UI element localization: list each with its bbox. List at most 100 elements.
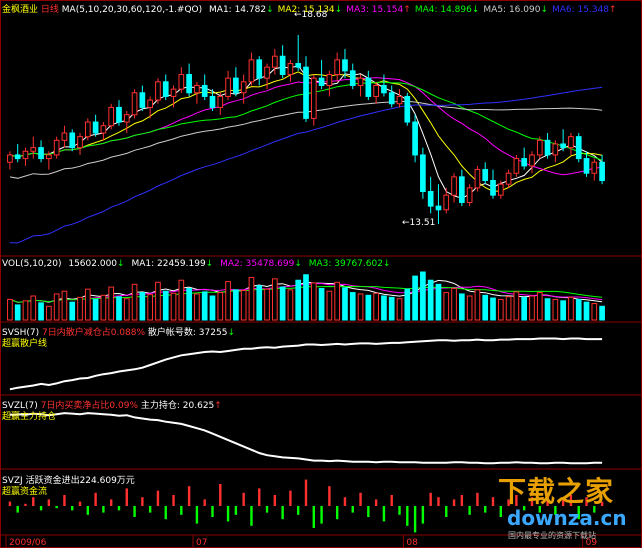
- volume-bar: [14, 304, 21, 321]
- x-tick-label: 07: [196, 538, 207, 548]
- volume-bar: [349, 292, 356, 321]
- svzj-bar: [297, 506, 300, 515]
- candle-body: [326, 74, 333, 86]
- svzj-bar: [273, 495, 277, 506]
- vol-ma2-arrow: ↓: [294, 259, 302, 269]
- svzj-bar: [382, 506, 386, 522]
- volume-bar: [139, 292, 146, 321]
- candlestick-series: [7, 35, 605, 225]
- candle-body: [396, 95, 403, 105]
- vol-ma3: MA3: 39767.602: [308, 259, 383, 269]
- volume-bar: [373, 292, 379, 321]
- candle-body: [482, 169, 489, 182]
- volume-bar: [271, 278, 278, 321]
- svzj-bar: [180, 506, 183, 515]
- svzl-hold: 主力持仓: 20.625: [140, 401, 215, 411]
- svzj-bar: [312, 506, 315, 528]
- candle-body: [178, 74, 185, 90]
- volume-bar: [334, 281, 341, 321]
- svzj-bar: [156, 490, 160, 506]
- volume-bar: [38, 302, 44, 321]
- candle-body: [474, 169, 481, 189]
- watermark-url[interactable]: downza.cn: [507, 506, 627, 530]
- candle-body: [310, 77, 317, 119]
- candle-body: [194, 84, 200, 94]
- volume-bar: [295, 279, 302, 321]
- svzj-bar: [335, 506, 339, 520]
- svzj-bar: [281, 506, 284, 520]
- candle-body: [209, 95, 216, 108]
- volume-bar: [474, 289, 481, 321]
- svzj-bar: [320, 506, 323, 524]
- candle-body: [22, 150, 29, 160]
- volume-bar: [544, 298, 551, 321]
- vol-params: VOL(5,10,20): [2, 259, 62, 269]
- volume-bar: [404, 288, 411, 321]
- svzj-bar: [226, 506, 230, 522]
- volume-bar: [459, 293, 465, 321]
- volume-bar: [381, 295, 387, 321]
- volume-header: VOL(5,10,20) 15602.000↓ MA1: 22459.199↓ …: [2, 259, 391, 269]
- ma-params: MA(5,10,20,30,60,120,-1.#QO): [61, 5, 203, 15]
- candle-body: [46, 154, 52, 160]
- ma6-value: MA6: 15.348: [552, 5, 610, 15]
- candle-body: [295, 63, 302, 68]
- volume-bar: [552, 298, 559, 321]
- volume-bar: [591, 303, 598, 321]
- ma5-arrow: ↓: [540, 5, 548, 15]
- watermark-title: 下载之家: [498, 475, 615, 508]
- candle-body: [560, 143, 566, 149]
- stock-chart[interactable]: 2009/06 07 08 09: [0, 0, 642, 548]
- volume-bar: [84, 288, 91, 321]
- period-label[interactable]: 日线: [41, 5, 59, 15]
- volume-bar: [451, 287, 457, 321]
- candle-body: [420, 154, 426, 192]
- svzj-bar: [16, 506, 19, 513]
- candle-body: [116, 106, 122, 123]
- candle-body: [217, 95, 224, 108]
- svsh-arrow: ↓: [227, 328, 235, 338]
- volume-bar: [466, 295, 473, 321]
- volume-bar: [209, 295, 216, 321]
- svzl-name: 超赢主力持仓: [2, 412, 57, 422]
- svzj-bar: [484, 506, 487, 513]
- candle-body: [365, 77, 372, 97]
- ma3-arrow: ↑: [403, 5, 411, 15]
- svzj-bar: [367, 506, 370, 517]
- candle-body: [256, 59, 263, 79]
- candle-body: [233, 77, 239, 94]
- svzj-bar: [102, 506, 105, 513]
- candle-body: [201, 84, 208, 97]
- volume-bar: [497, 298, 504, 321]
- volume-bar: [256, 285, 263, 321]
- candle-body: [279, 55, 286, 75]
- volume-bar: [92, 298, 99, 321]
- volume-bar: [264, 288, 270, 321]
- svsh-line: [9, 337, 603, 391]
- volume-bar: [186, 287, 192, 321]
- vol-ma1-arrow: ↓: [205, 259, 214, 269]
- volume-bar: [529, 295, 535, 321]
- svzj-bar: [63, 495, 66, 506]
- volume-bar: [131, 283, 138, 321]
- volume-bar: [575, 298, 582, 321]
- candle-body: [61, 132, 68, 141]
- svzl-arrow: ↑: [214, 401, 222, 411]
- svzj-bar: [71, 506, 74, 511]
- volume-bar: [342, 287, 348, 321]
- volume-bar: [170, 292, 177, 321]
- candle-body: [108, 106, 115, 127]
- volume-bar: [287, 289, 294, 321]
- volume-bar: [443, 292, 450, 321]
- volume-bar: [100, 294, 107, 321]
- svzj-bar: [437, 497, 440, 506]
- svzl-line: [9, 412, 603, 465]
- candle-body: [497, 183, 504, 196]
- candle-body: [404, 95, 411, 123]
- candle-body: [451, 176, 457, 196]
- candle-body: [131, 92, 138, 116]
- volume-bar: [521, 296, 528, 321]
- svzj-bar: [429, 492, 432, 506]
- stock-name[interactable]: 金枫酒业: [2, 5, 38, 15]
- svsh-count: 散户帐号数: 37255: [147, 328, 228, 338]
